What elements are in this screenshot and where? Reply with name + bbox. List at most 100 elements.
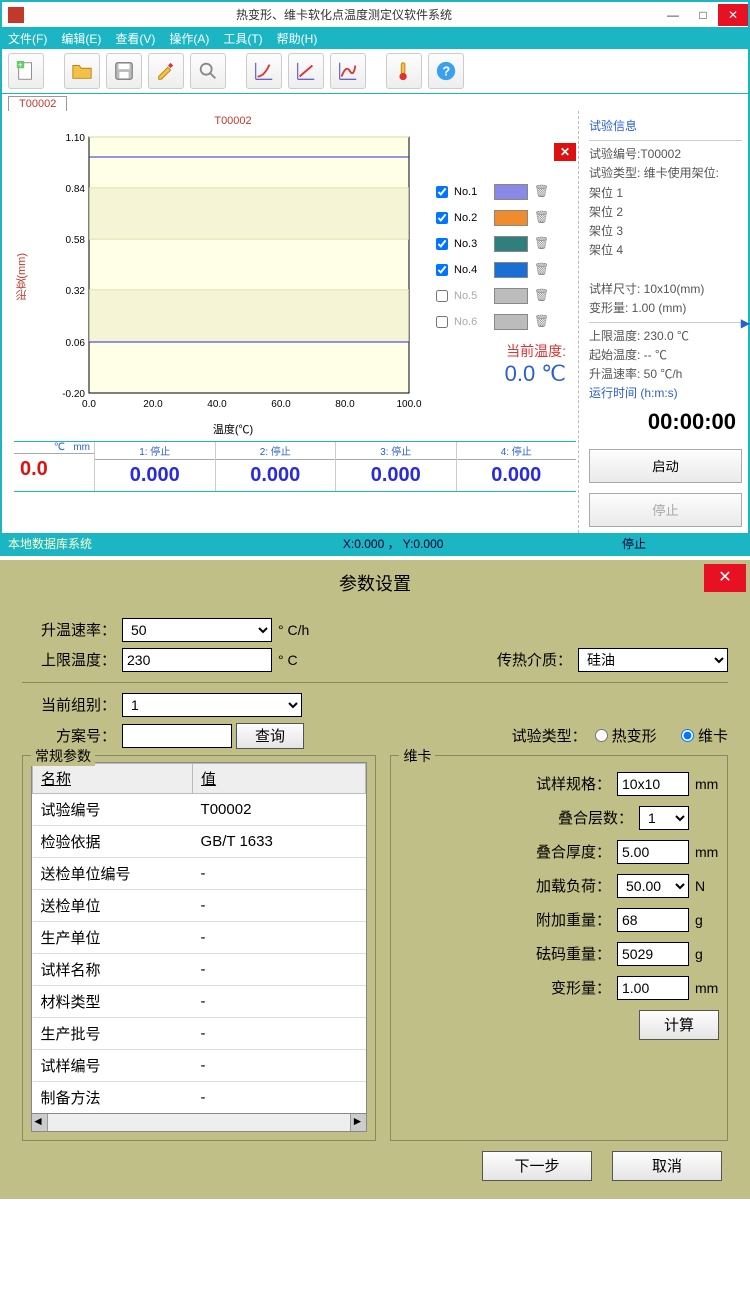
upper-label: 上限温度： xyxy=(22,649,122,670)
menu-file[interactable]: 文件(F) xyxy=(8,30,47,47)
table-row[interactable]: 试样名称- xyxy=(33,953,366,985)
stop-button[interactable]: 停止 xyxy=(589,493,742,527)
medium-select[interactable]: 硅油 xyxy=(578,648,728,672)
svg-text:?: ? xyxy=(442,64,450,79)
thick-input[interactable] xyxy=(617,840,689,864)
param-val-9: - xyxy=(193,1081,366,1113)
scroll-right-icon[interactable]: ► xyxy=(350,1114,366,1131)
type-opt-hdt[interactable]: 热变形 xyxy=(595,725,657,746)
tab-t00002[interactable]: T00002 xyxy=(8,96,67,111)
legend-label-1: No.1 xyxy=(454,186,488,198)
menu-operate[interactable]: 操作(A) xyxy=(169,30,209,47)
param-dialog: ✕ 参数设置 升温速率： 50 ° C/h 上限温度： ° C 传热介质： 硅油… xyxy=(0,560,750,1199)
spec-input[interactable] xyxy=(617,772,689,796)
svg-text:1.10: 1.10 xyxy=(66,133,86,144)
close-button[interactable]: ✕ xyxy=(718,4,748,26)
legend-swatch-1 xyxy=(494,184,528,200)
plan-input[interactable] xyxy=(122,724,232,748)
svg-text:80.0: 80.0 xyxy=(335,399,355,410)
legend-check-4[interactable] xyxy=(436,264,448,276)
scroll-left-icon[interactable]: ◄ xyxy=(32,1114,48,1131)
table-row[interactable]: 送检单位编号- xyxy=(33,857,366,889)
table-row[interactable]: 生产批号- xyxy=(33,1017,366,1049)
dialog-close-button[interactable]: ✕ xyxy=(704,564,746,592)
new-button[interactable]: + xyxy=(8,53,44,89)
curve1-button[interactable] xyxy=(246,53,282,89)
legend-check-1[interactable] xyxy=(436,186,448,198)
param-val-8: - xyxy=(193,1049,366,1081)
legend-check-5[interactable] xyxy=(436,290,448,302)
param-name-9: 制备方法 xyxy=(33,1081,193,1113)
dialog-title: 参数设置 xyxy=(4,564,746,602)
open-button[interactable] xyxy=(64,53,100,89)
legend-label-2: No.2 xyxy=(454,212,488,224)
load-unit: N xyxy=(689,878,719,894)
trash-icon[interactable]: 🗑 xyxy=(534,314,548,330)
param-val-0: T00002 xyxy=(193,793,366,825)
type-opt-vicat[interactable]: 维卡 xyxy=(681,725,728,746)
svg-text:20.0: 20.0 xyxy=(143,399,163,410)
legend-check-2[interactable] xyxy=(436,212,448,224)
cancel-button[interactable]: 取消 xyxy=(612,1151,722,1181)
legend-label-4: No.4 xyxy=(454,264,488,276)
menu-tools[interactable]: 工具(T) xyxy=(223,30,262,47)
edit-button[interactable] xyxy=(148,53,184,89)
menu-help[interactable]: 帮助(H) xyxy=(277,30,318,47)
param-table[interactable]: 名称 值 试验编号T00002检验依据GB/T 1633送检单位编号-送检单位-… xyxy=(31,762,367,1114)
info-line-5: 架位 4 xyxy=(589,241,742,260)
help-button[interactable]: ? xyxy=(428,53,464,89)
search-button[interactable] xyxy=(190,53,226,89)
curve2-button[interactable] xyxy=(288,53,324,89)
legend-swatch-4 xyxy=(494,262,528,278)
expand-icon[interactable]: ▶ xyxy=(741,314,750,333)
curve3-button[interactable] xyxy=(330,53,366,89)
table-row[interactable]: 试验编号T00002 xyxy=(33,793,366,825)
info-line-0: 试验编号:T00002 xyxy=(589,145,742,164)
svg-text:0.84: 0.84 xyxy=(66,184,86,195)
trash-icon[interactable]: 🗑 xyxy=(534,288,548,304)
temp-button[interactable] xyxy=(386,53,422,89)
trash-icon[interactable]: 🗑 xyxy=(534,262,548,278)
param-name-0: 试验编号 xyxy=(33,793,193,825)
table-row[interactable]: 生产单位- xyxy=(33,921,366,953)
load-select[interactable]: 50.00 xyxy=(617,874,689,898)
legend-check-3[interactable] xyxy=(436,238,448,250)
query-button[interactable]: 查询 xyxy=(236,723,304,749)
main-window: 热变形、维卡软化点温度测定仪软件系统 — □ ✕ 文件(F) 编辑(E) 查看(… xyxy=(0,0,750,556)
table-row[interactable]: 材料类型- xyxy=(33,985,366,1017)
param-val-5: - xyxy=(193,953,366,985)
trash-icon[interactable]: 🗑 xyxy=(534,184,548,200)
table-row[interactable]: 试样编号- xyxy=(33,1049,366,1081)
menu-view[interactable]: 查看(V) xyxy=(115,30,155,47)
param-name-5: 试样名称 xyxy=(33,953,193,985)
param-hscroll[interactable]: ◄ ► xyxy=(31,1114,367,1132)
general-legend: 常规参数 xyxy=(31,746,95,766)
minimize-button[interactable]: — xyxy=(658,4,688,26)
param-val-2: - xyxy=(193,857,366,889)
rate-select[interactable]: 50 xyxy=(122,618,272,642)
table-row[interactable]: 制备方法- xyxy=(33,1081,366,1113)
upper-input[interactable] xyxy=(122,648,272,672)
trash-icon[interactable]: 🗑 xyxy=(534,210,548,226)
statusbar: 本地数据库系统 X:0.000 ， Y:0.000 停止 xyxy=(2,533,748,554)
deform-input[interactable] xyxy=(617,976,689,1000)
next-button[interactable]: 下一步 xyxy=(482,1151,592,1181)
legend-row-1: No.1 🗑 xyxy=(436,181,576,203)
svg-text:0.06: 0.06 xyxy=(66,338,86,349)
start-button[interactable]: 启动 xyxy=(589,449,742,483)
save-button[interactable] xyxy=(106,53,142,89)
menu-edit[interactable]: 编辑(E) xyxy=(61,30,101,47)
group-select[interactable]: 1 xyxy=(122,693,302,717)
chart-close-icon[interactable]: ✕ xyxy=(554,143,576,161)
calc-button[interactable]: 计算 xyxy=(639,1010,719,1040)
maximize-button[interactable]: □ xyxy=(688,4,718,26)
chart-ylabel: 形变(mm) xyxy=(14,249,30,305)
extra-input[interactable] xyxy=(617,908,689,932)
table-row[interactable]: 检验依据GB/T 1633 xyxy=(33,825,366,857)
legend-check-6[interactable] xyxy=(436,316,448,328)
deform-unit: mm xyxy=(689,980,719,996)
trash-icon[interactable]: 🗑 xyxy=(534,236,548,252)
weight-input[interactable] xyxy=(617,942,689,966)
layers-select[interactable]: 1 xyxy=(639,806,689,830)
table-row[interactable]: 送检单位- xyxy=(33,889,366,921)
